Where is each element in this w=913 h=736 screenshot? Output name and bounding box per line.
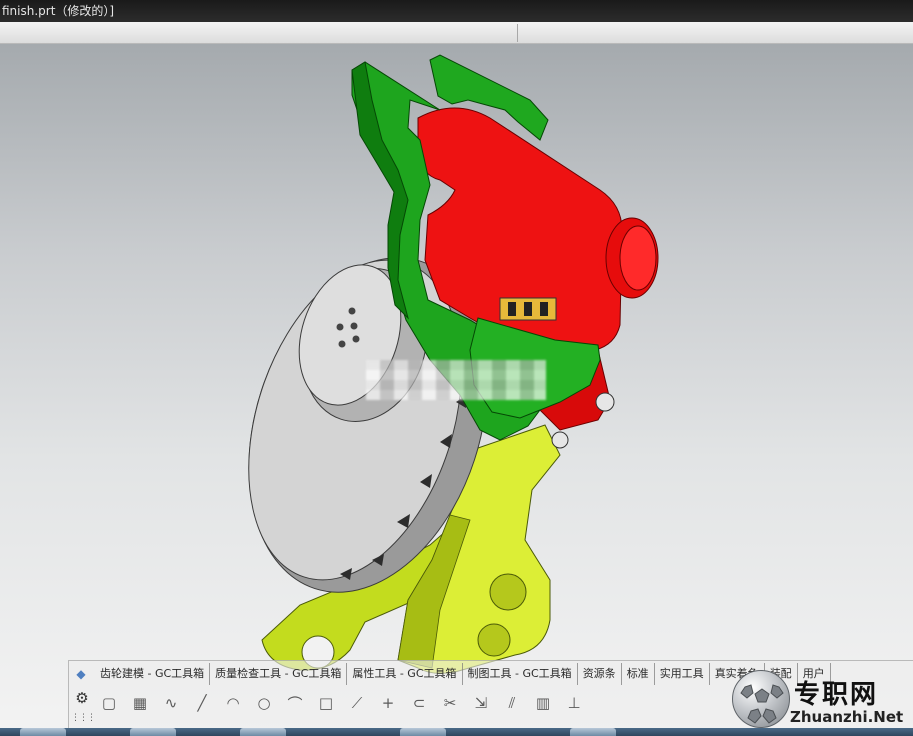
app-icon[interactable]: ◆ bbox=[71, 665, 91, 683]
bracket-upper-hole bbox=[489, 573, 527, 611]
blurred-watermark bbox=[366, 360, 546, 400]
sketch-tools: ▢ ▦ ∿ ╱ ◠ ○ ⌒ □ ⟋ + ⊂ ✂ ⇲ ⫽ ▥ ⊥ bbox=[95, 689, 591, 717]
constraint-icon[interactable]: ⊥ bbox=[560, 691, 588, 715]
tab-standard[interactable]: 标准 bbox=[622, 663, 655, 685]
fillet-icon[interactable]: ⌒ bbox=[281, 691, 309, 715]
graphics-viewport[interactable] bbox=[0, 44, 913, 736]
rectangle-icon[interactable]: □ bbox=[312, 691, 340, 715]
caliper-pin-2 bbox=[551, 431, 569, 449]
line-icon[interactable]: ╱ bbox=[188, 691, 216, 715]
ribbon-tabs: 齿轮建模 - GC工具箱 质量检查工具 - GC工具箱 属性工具 - GC工具箱… bbox=[95, 663, 831, 685]
spline-icon[interactable]: ∿ bbox=[157, 691, 185, 715]
tab-utilities[interactable]: 实用工具 bbox=[655, 663, 710, 685]
watermark-english-name: Zhuanzhi.Net bbox=[790, 708, 904, 726]
os-taskbar bbox=[0, 728, 913, 736]
trim-icon[interactable]: ✂ bbox=[436, 691, 464, 715]
toolbar-divider bbox=[517, 24, 518, 42]
window-title: finish.prt（修改的）] bbox=[2, 4, 115, 18]
mirror-icon[interactable]: ⫽ bbox=[498, 691, 526, 715]
window-title-bar: finish.prt（修改的）] bbox=[0, 0, 913, 22]
tab-drafting-tools[interactable]: 制图工具 - GC工具箱 bbox=[463, 663, 578, 685]
tab-quality-check[interactable]: 质量检查工具 - GC工具箱 bbox=[210, 663, 348, 685]
taskbar-button[interactable] bbox=[400, 728, 446, 736]
gear-icon[interactable]: ⚙ bbox=[71, 687, 93, 709]
arc-icon[interactable]: ◠ bbox=[219, 691, 247, 715]
housing-cylinder-cap bbox=[619, 225, 657, 291]
taskbar-button[interactable] bbox=[570, 728, 616, 736]
grip-icon[interactable]: ⋮⋮⋮ bbox=[71, 713, 96, 727]
offset-icon[interactable]: ⊂ bbox=[405, 691, 433, 715]
grid-icon[interactable]: ▦ bbox=[126, 691, 154, 715]
tab-attribute-tools[interactable]: 属性工具 - GC工具箱 bbox=[347, 663, 463, 685]
site-watermark-logo: 专职网 Zhuanzhi.Net bbox=[732, 670, 913, 736]
caliper-pin bbox=[595, 392, 615, 412]
watermark-chinese-name: 专职网 bbox=[794, 680, 879, 710]
taskbar-button[interactable] bbox=[130, 728, 176, 736]
ball-pattern-icon bbox=[740, 684, 784, 724]
point-icon[interactable]: + bbox=[374, 691, 402, 715]
brake-pads bbox=[499, 297, 557, 321]
bracket-lower-hole bbox=[477, 623, 511, 657]
tab-resource-bar[interactable]: 资源条 bbox=[578, 663, 622, 685]
tab-gear-modeling[interactable]: 齿轮建模 - GC工具箱 bbox=[95, 663, 211, 685]
polyline-icon[interactable]: ⟋ bbox=[343, 691, 371, 715]
soccer-ball-logo-icon bbox=[732, 670, 790, 728]
taskbar-button[interactable] bbox=[20, 728, 66, 736]
circle-icon[interactable]: ○ bbox=[250, 691, 278, 715]
rectangle-select-icon[interactable]: ▢ bbox=[95, 691, 123, 715]
pattern-icon[interactable]: ▥ bbox=[529, 691, 557, 715]
taskbar-button[interactable] bbox=[240, 728, 286, 736]
toolbar-strip bbox=[0, 22, 913, 44]
extend-icon[interactable]: ⇲ bbox=[467, 691, 495, 715]
